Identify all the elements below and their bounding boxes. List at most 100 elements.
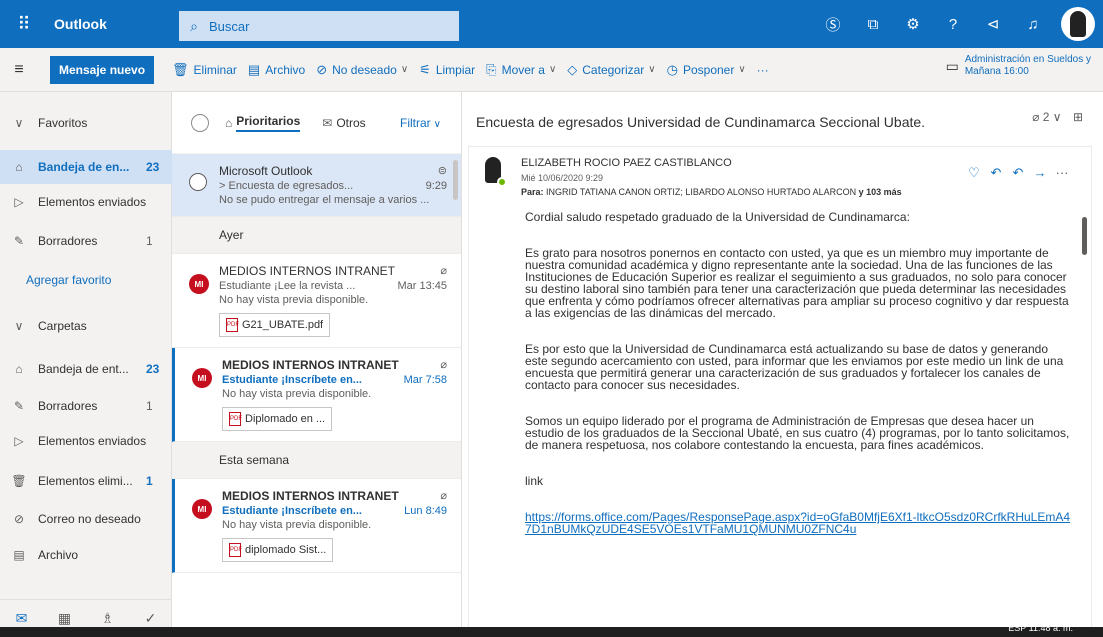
list-item[interactable]: MI MEDIOS INTERNOS INTRANET Estudiante ¡… (172, 479, 461, 573)
block-icon: ⊘ (316, 61, 328, 77)
message-subject: Encuesta de egresados Universidad de Cun… (476, 114, 926, 130)
inbox-icon: ⌂ (15, 362, 23, 376)
teams-icon[interactable]: ⧉ (853, 0, 893, 48)
avatar: MI (189, 274, 209, 294)
attachment-chip[interactable]: PDF diplomado Sist... (222, 538, 334, 562)
broom-icon: ⚟ (419, 61, 431, 77)
block-icon: ⊘ (13, 512, 25, 526)
todo-icon[interactable]: ✓ (129, 610, 172, 627)
nav-item-drafts[interactable]: ✎ Borradores 1 (0, 389, 172, 423)
nav-item-inbox-favorite[interactable]: ⌂ Bandeja de en... 23 (0, 150, 172, 184)
pencil-icon: ✎ (13, 234, 25, 248)
mail-icon[interactable]: ✉ (0, 610, 43, 627)
people-icon[interactable]: ♗ (86, 610, 129, 627)
nav-item-junk[interactable]: ⊘ Correo no deseado (0, 502, 172, 536)
reminder-time: Mañana 16:00 (964, 66, 1029, 77)
body-paragraph: Es por esto que la Universidad de Cundin… (525, 342, 1064, 392)
like-icon[interactable]: ♡ (963, 165, 985, 181)
add-favorite-link[interactable]: Agregar favorito (0, 263, 172, 297)
help-icon[interactable]: ? (933, 0, 973, 48)
tab-focused[interactable]: ⌂ Prioritarios (225, 114, 301, 132)
taskbar: ESP 11:48 a. m. (0, 623, 1103, 637)
feedback-icon[interactable]: ⊲ (973, 0, 1013, 48)
nav-item-archive[interactable]: ▤ Archivo (0, 538, 172, 572)
skype-icon[interactable]: Ⓢ (813, 0, 853, 48)
hamburger-icon[interactable]: ≡ (0, 61, 38, 79)
nav-item-sent[interactable]: ▷ Elementos enviados (0, 424, 172, 458)
nav-item-inbox[interactable]: ⌂ Bandeja de ent... 23 (0, 352, 172, 386)
top-icons: Ⓢ ⧉ ⚙ ? ⊲ ♫ (813, 0, 1103, 48)
sent-date: Mié 10/06/2020 9:29 (521, 173, 604, 183)
pdf-icon: PDF (229, 412, 242, 426)
delete-button[interactable]: 🗑 Eliminar (172, 62, 237, 78)
list-item[interactable]: MI MEDIOS INTERNOS INTRANET Estudiante ¡… (172, 348, 461, 442)
inbox-icon: ⌂ (15, 160, 23, 174)
move-to-button[interactable]: ⎘ Mover a ∨ (486, 62, 556, 78)
trash-icon: 🗑 (172, 61, 189, 77)
more-commands-button[interactable]: ··· (757, 63, 769, 77)
favorites-header[interactable]: ∨ Favoritos (0, 106, 172, 140)
chevron-down-icon: ∨ (14, 116, 24, 130)
attachments-indicator[interactable]: ⌀ 2 ∨ ⊞ (1032, 110, 1083, 124)
archive-button[interactable]: ▤ Archivo (248, 62, 305, 78)
reply-icon[interactable]: ↶ (985, 165, 1007, 181)
move-icon: ⎘ (486, 61, 497, 77)
archive-icon: ▤ (13, 548, 25, 562)
expand-icon[interactable]: ⊞ (1073, 110, 1083, 124)
recipients[interactable]: Para: INGRID TATIANA CANON ORTIZ; LIBARD… (521, 187, 902, 197)
presence-icon (497, 177, 507, 187)
app-launcher-icon[interactable]: ⠿ (0, 0, 48, 48)
nav-item-deleted[interactable]: 🗑 Elementos elimi... 1 (0, 464, 172, 498)
chevron-down-icon: ∨ (14, 319, 24, 333)
chevron-down-icon: ∨ (1052, 110, 1062, 124)
notifications-icon[interactable]: ♫ (1013, 0, 1053, 48)
sweep-button[interactable]: ⚟ Limpiar (419, 62, 475, 78)
select-all-checkbox[interactable] (191, 113, 209, 132)
select-radio[interactable] (189, 173, 207, 191)
folders-header[interactable]: ∨ Carpetas (0, 309, 172, 343)
calendar-icon[interactable]: ▦ (43, 610, 86, 627)
paperclip-icon: ⌀ (440, 490, 447, 502)
chevron-down-icon: ∨ (738, 64, 746, 75)
settings-icon[interactable]: ⚙ (893, 0, 933, 48)
message-list: ⌂ Prioritarios ✉ Otros Filtrar ∨ Microsoft … (172, 92, 462, 637)
scrollbar[interactable] (453, 160, 458, 200)
snooze-button[interactable]: ◷ Posponer ∨ (667, 62, 746, 78)
focused-icon: ⌂ (225, 115, 233, 130)
tab-other[interactable]: ✉ Otros (322, 116, 365, 130)
nav-item-drafts-favorite[interactable]: ✎ Borradores 1 (0, 224, 172, 258)
calendar-reminder[interactable]: ▭ Administración en Sueldos y Mañana 16:… (946, 54, 1091, 78)
more-icon[interactable]: ··· (1051, 165, 1073, 181)
reply-all-icon[interactable]: ↶ (1007, 165, 1029, 181)
group-header-this-week: Esta semana (172, 442, 461, 479)
sender-name[interactable]: ELIZABETH ROCIO PAEZ CASTIBLANCO (521, 157, 732, 169)
categorize-button[interactable]: ◇ Categorizar ∨ (567, 62, 655, 78)
app-name[interactable]: Outlook (48, 16, 174, 32)
body-paragraph: link (525, 474, 544, 488)
survey-link[interactable]: https://forms.office.com/Pages/ResponseP… (525, 510, 1070, 536)
forward-icon[interactable]: → (1029, 165, 1051, 181)
sender-avatar[interactable] (479, 157, 509, 187)
trash-icon: 🗑 (11, 474, 27, 488)
attachment-chip[interactable]: PDF Diplomado en ... (222, 407, 333, 431)
search-icon: ⌕ (190, 17, 198, 34)
scrollbar[interactable] (1082, 217, 1087, 255)
body-paragraph: Es grato para nosotros ponernos en conta… (525, 246, 1069, 320)
message-body: Cordial saludo respetado graduado de la … (525, 211, 1073, 535)
tray-clock: ESP 11:48 a. m. (1008, 623, 1073, 633)
new-message-button[interactable]: Mensaje nuevo (50, 55, 155, 84)
list-item[interactable]: MI MEDIOS INTERNOS INTRANET Estudiante ¡… (172, 254, 461, 348)
pin-icon[interactable]: ⊜ (438, 164, 447, 177)
group-header-yesterday: Ayer (172, 217, 461, 254)
search-box[interactable]: ⌕ Buscar (179, 11, 459, 41)
avatar: MI (192, 368, 212, 388)
list-item[interactable]: Microsoft Outlook > Encuesta de egresado… (172, 154, 461, 217)
junk-button[interactable]: ⊘ No deseado ∨ (316, 62, 408, 78)
reminder-title: Administración en Sueldos y (964, 54, 1091, 65)
attachment-chip[interactable]: PDF G21_UBATE.pdf (219, 313, 331, 337)
user-avatar[interactable] (1061, 7, 1095, 41)
folder-pane: ∨ Favoritos ⌂ Bandeja de en... 23 ▷ Elemento… (0, 92, 172, 637)
filter-button[interactable]: Filtrar ∨ (400, 116, 441, 130)
nav-item-sent-favorite[interactable]: ▷ Elementos enviados (0, 185, 172, 219)
pdf-icon: PDF (229, 543, 242, 557)
